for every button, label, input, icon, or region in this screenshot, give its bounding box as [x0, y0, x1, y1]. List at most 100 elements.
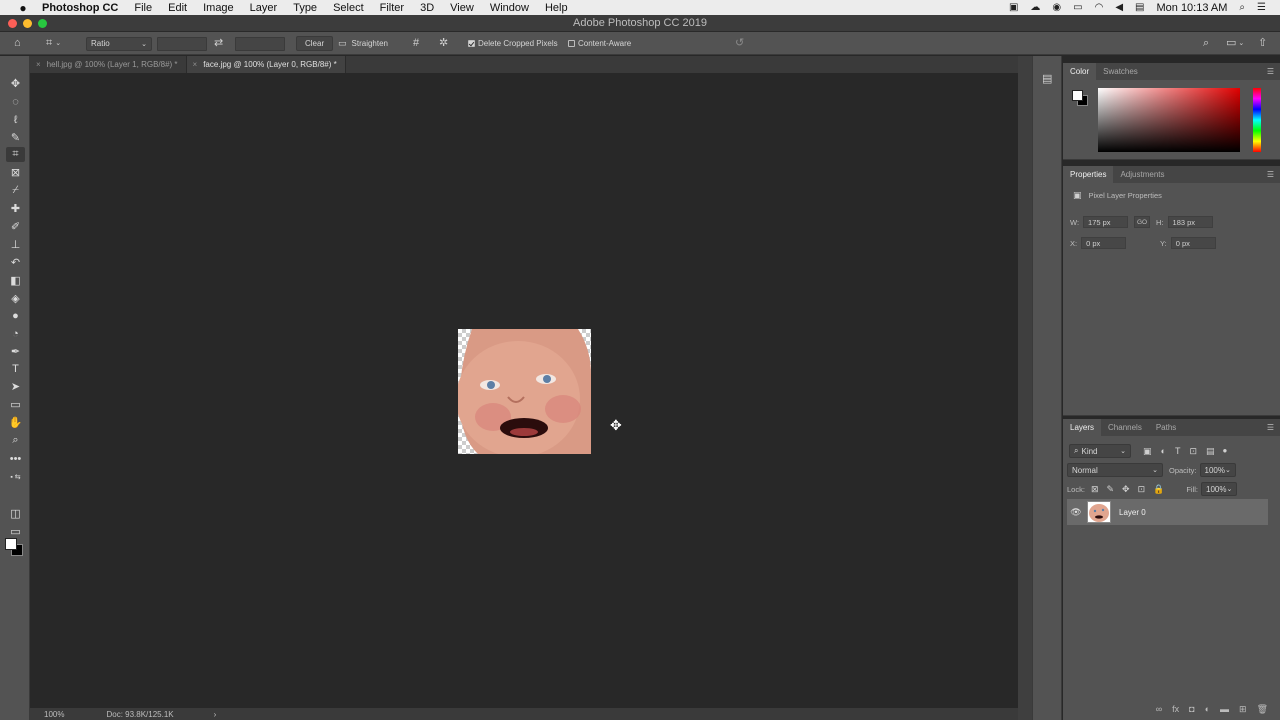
content-aware-checkbox[interactable]: Content-Aware	[568, 35, 631, 52]
eyedropper-tool-icon[interactable]: ⌿	[6, 183, 25, 198]
filter-shape-icon[interactable]: ⊡	[1189, 446, 1197, 456]
dodge-tool-icon[interactable]: ◔	[6, 326, 25, 341]
lock-image-icon[interactable]: ✎	[1106, 484, 1114, 494]
wifi-icon[interactable]: ◠	[1095, 2, 1104, 13]
color-field[interactable]	[1098, 88, 1240, 152]
default-colors-icon[interactable]: ▪ ⇆	[6, 469, 25, 484]
menu-edit[interactable]: Edit	[168, 2, 187, 14]
more-tools-icon[interactable]: •••	[6, 451, 25, 466]
eraser-tool-icon[interactable]: ◧	[6, 273, 25, 288]
clone-stamp-tool-icon[interactable]: ⊥	[6, 237, 25, 252]
reset-icon[interactable]: ↺	[735, 38, 744, 49]
menu-window[interactable]: Window	[490, 2, 529, 14]
panel-menu-icon[interactable]: ☰	[1267, 67, 1274, 76]
opacity-input[interactable]: 100% ⌄	[1199, 463, 1236, 477]
menu-file[interactable]: File	[134, 2, 152, 14]
menu-view[interactable]: View	[450, 2, 474, 14]
menu-layer[interactable]: Layer	[250, 2, 278, 14]
brush-tool-icon[interactable]: ✐	[6, 219, 25, 234]
hand-tool-icon[interactable]: ✋	[6, 415, 25, 430]
filter-smart-object-icon[interactable]: ▤	[1206, 446, 1215, 456]
tab-paths[interactable]: Paths	[1149, 419, 1183, 436]
menu-filter[interactable]: Filter	[380, 2, 404, 14]
clear-button[interactable]: Clear	[296, 36, 334, 51]
spotlight-search-icon[interactable]: ⌕	[1239, 2, 1245, 13]
move-tool-icon[interactable]: ✥	[6, 76, 25, 91]
menu-app-name[interactable]: Photoshop CC	[42, 2, 118, 14]
menu-select[interactable]: Select	[333, 2, 364, 14]
layer-filter-select[interactable]: ⌕ Kind ⌄	[1069, 444, 1131, 458]
history-panel-icon[interactable]: ▤	[1042, 74, 1052, 85]
blend-mode-select[interactable]: Normal ⌄	[1067, 463, 1163, 477]
home-button[interactable]: ⌂	[14, 35, 21, 52]
crop-tool-icon[interactable]: ⌗	[6, 147, 25, 162]
workspace-icon[interactable]: ▭	[1226, 38, 1236, 49]
foreground-color-swatch[interactable]	[5, 538, 17, 550]
pen-tool-icon[interactable]: ✒	[6, 344, 25, 359]
tab-channels[interactable]: Channels	[1101, 419, 1149, 436]
menubar-clock[interactable]: Mon 10:13 AM	[1156, 2, 1227, 14]
gear-icon[interactable]: ✲	[439, 38, 448, 49]
tab-properties[interactable]: Properties	[1063, 166, 1114, 183]
crop-height-input[interactable]	[235, 36, 285, 51]
path-selection-tool-icon[interactable]: ➤	[6, 379, 25, 394]
lock-artboard-icon[interactable]: ⊡	[1138, 484, 1146, 494]
lasso-tool-icon[interactable]: ℓ	[6, 112, 25, 127]
tab-color[interactable]: Color	[1063, 63, 1097, 80]
lock-transparent-icon[interactable]: ⊠	[1091, 484, 1099, 494]
blur-tool-icon[interactable]: ●	[6, 308, 25, 323]
fill-input[interactable]: 100% ⌄	[1201, 482, 1238, 496]
tab-adjustments[interactable]: Adjustments	[1113, 166, 1171, 183]
chevron-down-icon[interactable]: ⌄	[1238, 40, 1244, 47]
layer-thumbnail[interactable]	[1087, 501, 1111, 523]
share-icon[interactable]: ⇧	[1258, 38, 1267, 49]
delete-cropped-pixels-checkbox[interactable]: Delete Cropped Pixels	[468, 35, 558, 52]
close-icon[interactable]: ×	[193, 60, 198, 69]
healing-brush-tool-icon[interactable]: ✚	[6, 201, 25, 216]
link-layers-icon[interactable]: ∞	[1156, 704, 1162, 718]
trash-icon[interactable]: 🗑	[1257, 704, 1268, 718]
zoom-tool-icon[interactable]: ⌕	[6, 433, 25, 448]
screen-record-icon[interactable]: ▣	[1009, 2, 1018, 13]
filter-pixel-icon[interactable]: ▣	[1143, 446, 1152, 456]
ratio-select[interactable]: Ratio ⌄	[86, 36, 152, 51]
menu-type[interactable]: Type	[293, 2, 317, 14]
lock-all-icon[interactable]: 🔒	[1153, 484, 1164, 494]
hue-slider[interactable]	[1253, 88, 1261, 152]
layer-row[interactable]: 👁 Layer 0	[1067, 499, 1268, 525]
link-dimensions-button[interactable]: GO	[1134, 216, 1151, 228]
history-brush-tool-icon[interactable]: ↶	[6, 255, 25, 270]
airplay-icon[interactable]: ▭	[1073, 2, 1082, 13]
display-icon[interactable]: ▤	[1135, 2, 1144, 13]
filter-toggle-icon[interactable]: ●	[1223, 447, 1228, 455]
creative-cloud-icon[interactable]: ☁	[1030, 2, 1040, 13]
volume-icon[interactable]: ◀	[1115, 2, 1123, 13]
paint-bucket-tool-icon[interactable]: ◈	[6, 291, 25, 306]
add-mask-icon[interactable]: ◘	[1189, 704, 1194, 718]
frame-tool-icon[interactable]: ⊠	[6, 165, 25, 180]
panel-menu-icon[interactable]: ☰	[1267, 423, 1274, 432]
quick-selection-tool-icon[interactable]: ✎	[6, 130, 25, 145]
crop-width-input[interactable]	[157, 36, 207, 51]
status-menu-arrow[interactable]: ›	[214, 710, 217, 719]
filter-adjustment-icon[interactable]: ◐	[1161, 446, 1166, 456]
width-field[interactable]: 175 px	[1083, 216, 1129, 228]
x-field[interactable]: 0 px	[1081, 237, 1127, 249]
new-layer-icon[interactable]: ⊞	[1239, 704, 1247, 718]
menu-image[interactable]: Image	[203, 2, 234, 14]
swap-dimensions-icon[interactable]: ⇄	[214, 38, 223, 49]
marquee-tool-icon[interactable]: ◌	[6, 94, 25, 109]
panel-menu-icon[interactable]: ☰	[1267, 170, 1274, 179]
adjustment-layer-icon[interactable]: ◐	[1205, 704, 1210, 718]
overlay-grid-icon[interactable]: #	[413, 38, 419, 49]
eye-icon[interactable]: 👁	[1067, 507, 1085, 518]
lock-position-icon[interactable]: ✥	[1122, 484, 1130, 494]
quick-mask-icon[interactable]: ◫	[6, 506, 25, 521]
canvas-area[interactable]: ✥	[30, 73, 1018, 708]
tab-swatches[interactable]: Swatches	[1096, 63, 1145, 80]
type-tool-icon[interactable]: T	[6, 361, 25, 376]
height-field[interactable]: 183 px	[1167, 216, 1213, 228]
document-tab-hell[interactable]: × hell.jpg @ 100% (Layer 1, RGB/8#) *	[30, 56, 187, 73]
close-icon[interactable]: ×	[36, 60, 41, 69]
screen-mode-icon[interactable]: ▭	[6, 524, 25, 539]
